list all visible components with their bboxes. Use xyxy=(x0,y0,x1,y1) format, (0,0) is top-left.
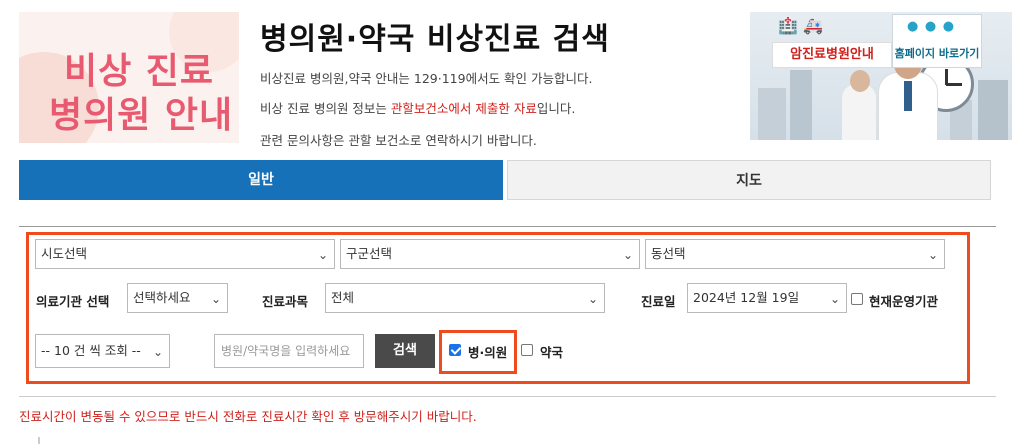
divider xyxy=(38,437,40,444)
emergency-banner: 비상 진료 병의원 안내 xyxy=(19,12,239,143)
notice-text: 진료시간이 변동될 수 있으므로 반드시 전화로 진료시간 확인 후 방문해주시… xyxy=(19,409,477,424)
hospital-checkbox[interactable] xyxy=(449,344,461,356)
divider xyxy=(19,226,996,227)
institution-label: 의료기관 선택 xyxy=(36,294,110,309)
page-size-select-value: -- 10 건 씩 조회 -- xyxy=(41,343,141,358)
chevron-down-icon: ⌄ xyxy=(587,292,598,306)
search-button[interactable]: 검색 xyxy=(375,334,435,368)
hospital-ambulance-icon: 🏥 🚑 xyxy=(778,16,823,35)
dong-select[interactable]: 동선택 ⌄ xyxy=(645,239,945,269)
promo-banner: 🏥 🚑 암진료병원안내 ● ● ● 홈페이지 바로가기 xyxy=(750,12,1012,140)
open-now-label: 현재운영기관 xyxy=(869,294,939,309)
date-label: 진료일 xyxy=(641,294,676,309)
page-size-select[interactable]: -- 10 건 씩 조회 -- ⌄ xyxy=(35,334,170,368)
info-line-1: 비상진료 병의원,약국 안내는 129·119에서도 확인 가능합니다. xyxy=(260,71,593,86)
chevron-down-icon: ⌄ xyxy=(210,292,221,306)
pharmacy-label: 약국 xyxy=(540,345,564,360)
chevron-down-icon: ⌄ xyxy=(829,292,840,306)
homepage-button[interactable]: ● ● ● 홈페이지 바로가기 xyxy=(892,14,982,68)
date-select[interactable]: 2024년 12월 19일 ⌄ xyxy=(687,283,847,313)
doctor-illustration xyxy=(878,49,938,140)
sido-select[interactable]: 시도선택 ⌄ xyxy=(35,239,335,269)
tab-map[interactable]: 지도 xyxy=(507,160,991,200)
building-illustration xyxy=(978,80,1008,140)
homepage-button-label: 홈페이지 바로가기 xyxy=(894,47,980,60)
info-line-3: 관련 문의사항은 관할 보건소로 연락하시기 바랍니다. xyxy=(260,133,537,148)
info-line-2-prefix: 비상 진료 병의원 정보는 xyxy=(260,101,391,116)
chevron-down-icon: ⌄ xyxy=(152,345,163,359)
chevron-down-icon: ⌄ xyxy=(317,248,328,262)
sido-select-value: 시도선택 xyxy=(41,246,88,261)
chevron-down-icon: ⌄ xyxy=(927,248,938,262)
open-now-checkbox[interactable] xyxy=(851,293,863,305)
cancer-hospital-button[interactable]: 암진료병원안내 xyxy=(772,42,892,68)
dong-select-value: 동선택 xyxy=(651,246,686,261)
hospital-label: 병·의원 xyxy=(468,345,508,360)
building-illustration xyxy=(790,70,812,140)
name-search-input[interactable]: 병원/약국명을 입력하세요 xyxy=(214,334,364,368)
tab-general[interactable]: 일반 xyxy=(19,160,503,200)
department-select-value: 전체 xyxy=(331,290,355,305)
chevron-down-icon: ⌄ xyxy=(622,248,633,262)
info-line-2: 비상 진료 병의원 정보는 관할보건소에서 제출한 자료입니다. xyxy=(260,98,575,117)
nurse-illustration xyxy=(842,70,876,140)
building-illustration xyxy=(758,88,786,140)
banner-line2: 병의원 안내 xyxy=(49,95,234,136)
info-line-2-highlight: 관할보건소에서 제출한 자료 xyxy=(390,101,537,116)
date-select-value: 2024년 12월 19일 xyxy=(693,290,800,305)
department-select[interactable]: 전체 ⌄ xyxy=(325,283,605,313)
homepage-logo-icon: ● ● ● xyxy=(907,19,956,34)
gugun-select[interactable]: 구군선택 ⌄ xyxy=(340,239,640,269)
department-label: 진료과목 xyxy=(262,294,309,309)
institution-select-value: 선택하세요 xyxy=(133,290,191,305)
page-title: 병의원·약국 비상진료 검색 xyxy=(260,22,610,57)
divider xyxy=(19,396,996,397)
gugun-select-value: 구군선택 xyxy=(346,246,393,261)
institution-select[interactable]: 선택하세요 ⌄ xyxy=(127,283,228,313)
pharmacy-checkbox[interactable] xyxy=(521,344,533,356)
info-line-2-suffix: 입니다. xyxy=(536,101,576,116)
